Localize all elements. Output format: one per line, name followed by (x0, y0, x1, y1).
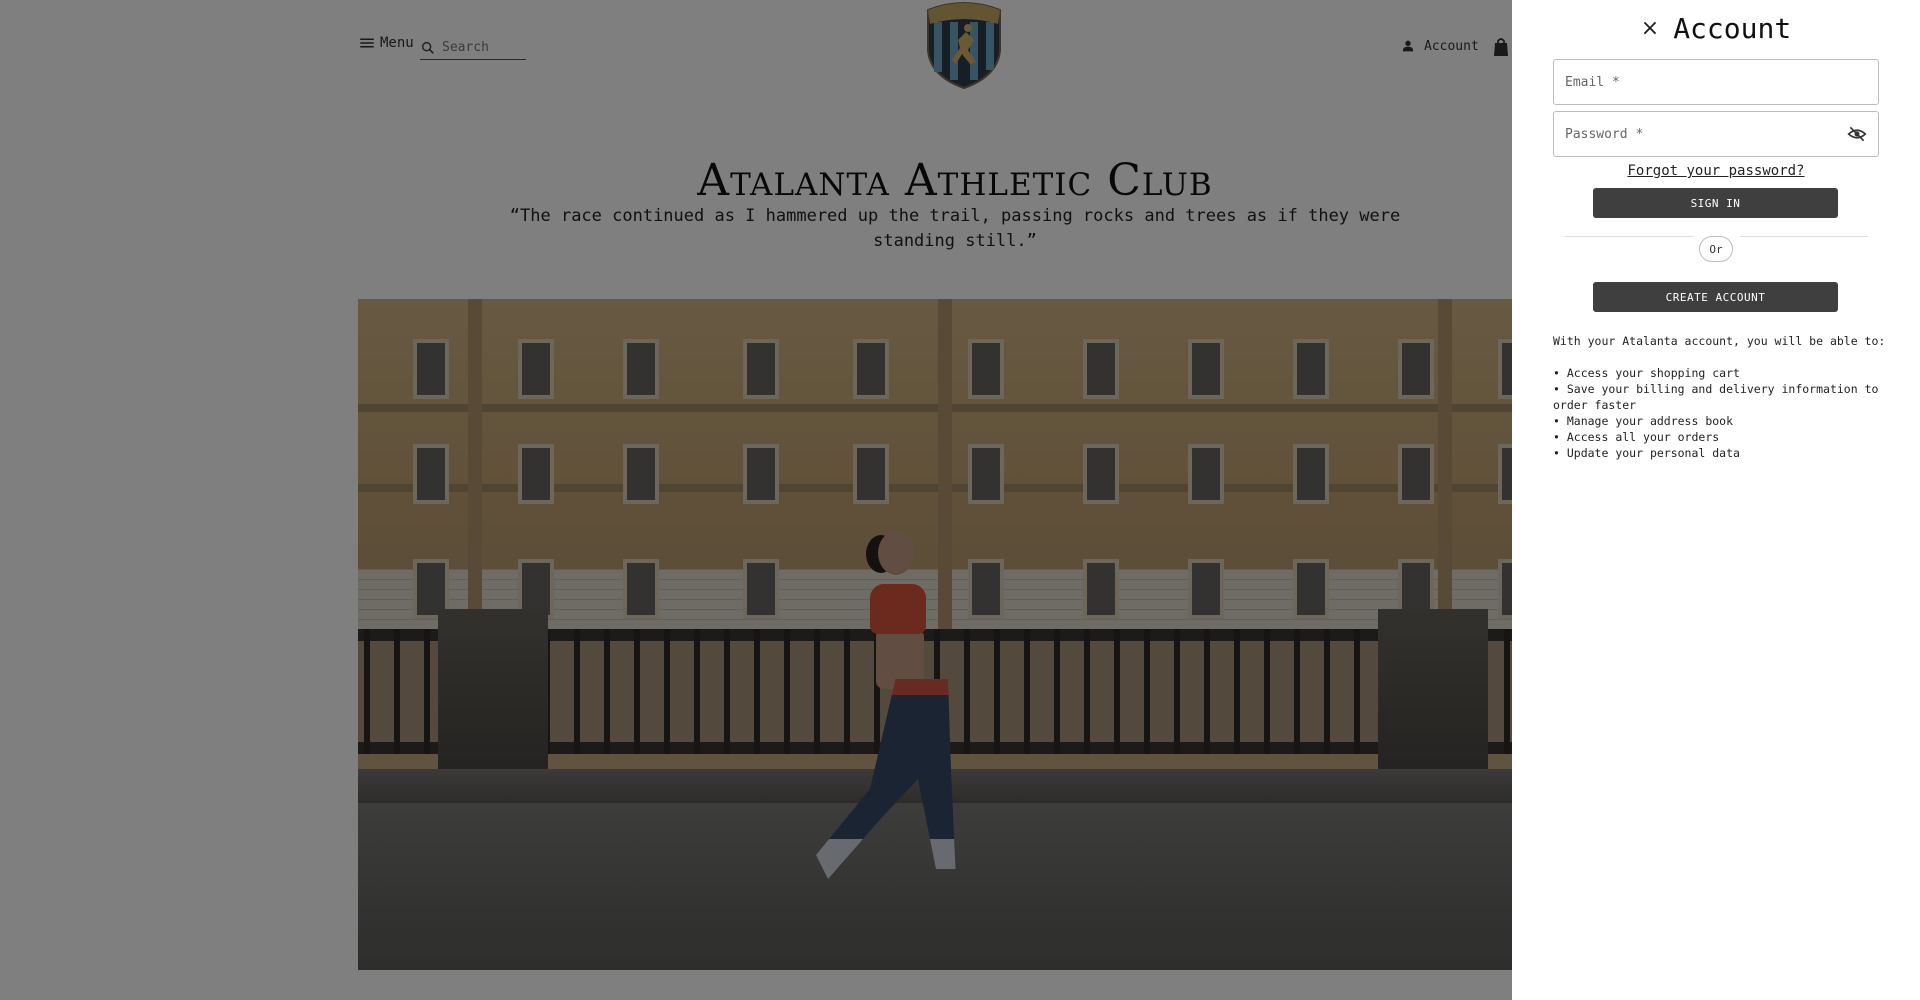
drawer-title: Account (1673, 12, 1792, 45)
list-item: Access all your orders (1553, 429, 1883, 445)
list-item: Save your billing and delivery informati… (1553, 381, 1883, 413)
forgot-password-link[interactable]: Forgot your password? (1512, 163, 1920, 179)
email-input[interactable] (1565, 74, 1867, 90)
sign-in-button[interactable]: SIGN IN (1593, 188, 1838, 218)
list-item: Manage your address book (1553, 413, 1883, 429)
or-separator: Or (1699, 236, 1733, 262)
eye-off-icon[interactable] (1847, 124, 1867, 144)
email-field (1553, 59, 1879, 105)
account-drawer: × Account Forgot your password? SIGN IN … (1512, 0, 1920, 1000)
divider (1740, 236, 1868, 237)
list-item: Access your shopping cart (1553, 365, 1883, 381)
create-account-button[interactable]: CREATE ACCOUNT (1593, 282, 1838, 312)
list-item: Update your personal data (1553, 445, 1883, 461)
password-field (1553, 111, 1879, 157)
drawer-header: × Account (1512, 12, 1920, 45)
password-input[interactable] (1565, 126, 1847, 142)
close-icon[interactable]: × (1641, 17, 1659, 40)
benefits-intro: With your Atalanta account, you will be … (1553, 334, 1886, 348)
benefits-list: Access your shopping cart Save your bill… (1553, 365, 1883, 461)
divider (1565, 236, 1693, 237)
